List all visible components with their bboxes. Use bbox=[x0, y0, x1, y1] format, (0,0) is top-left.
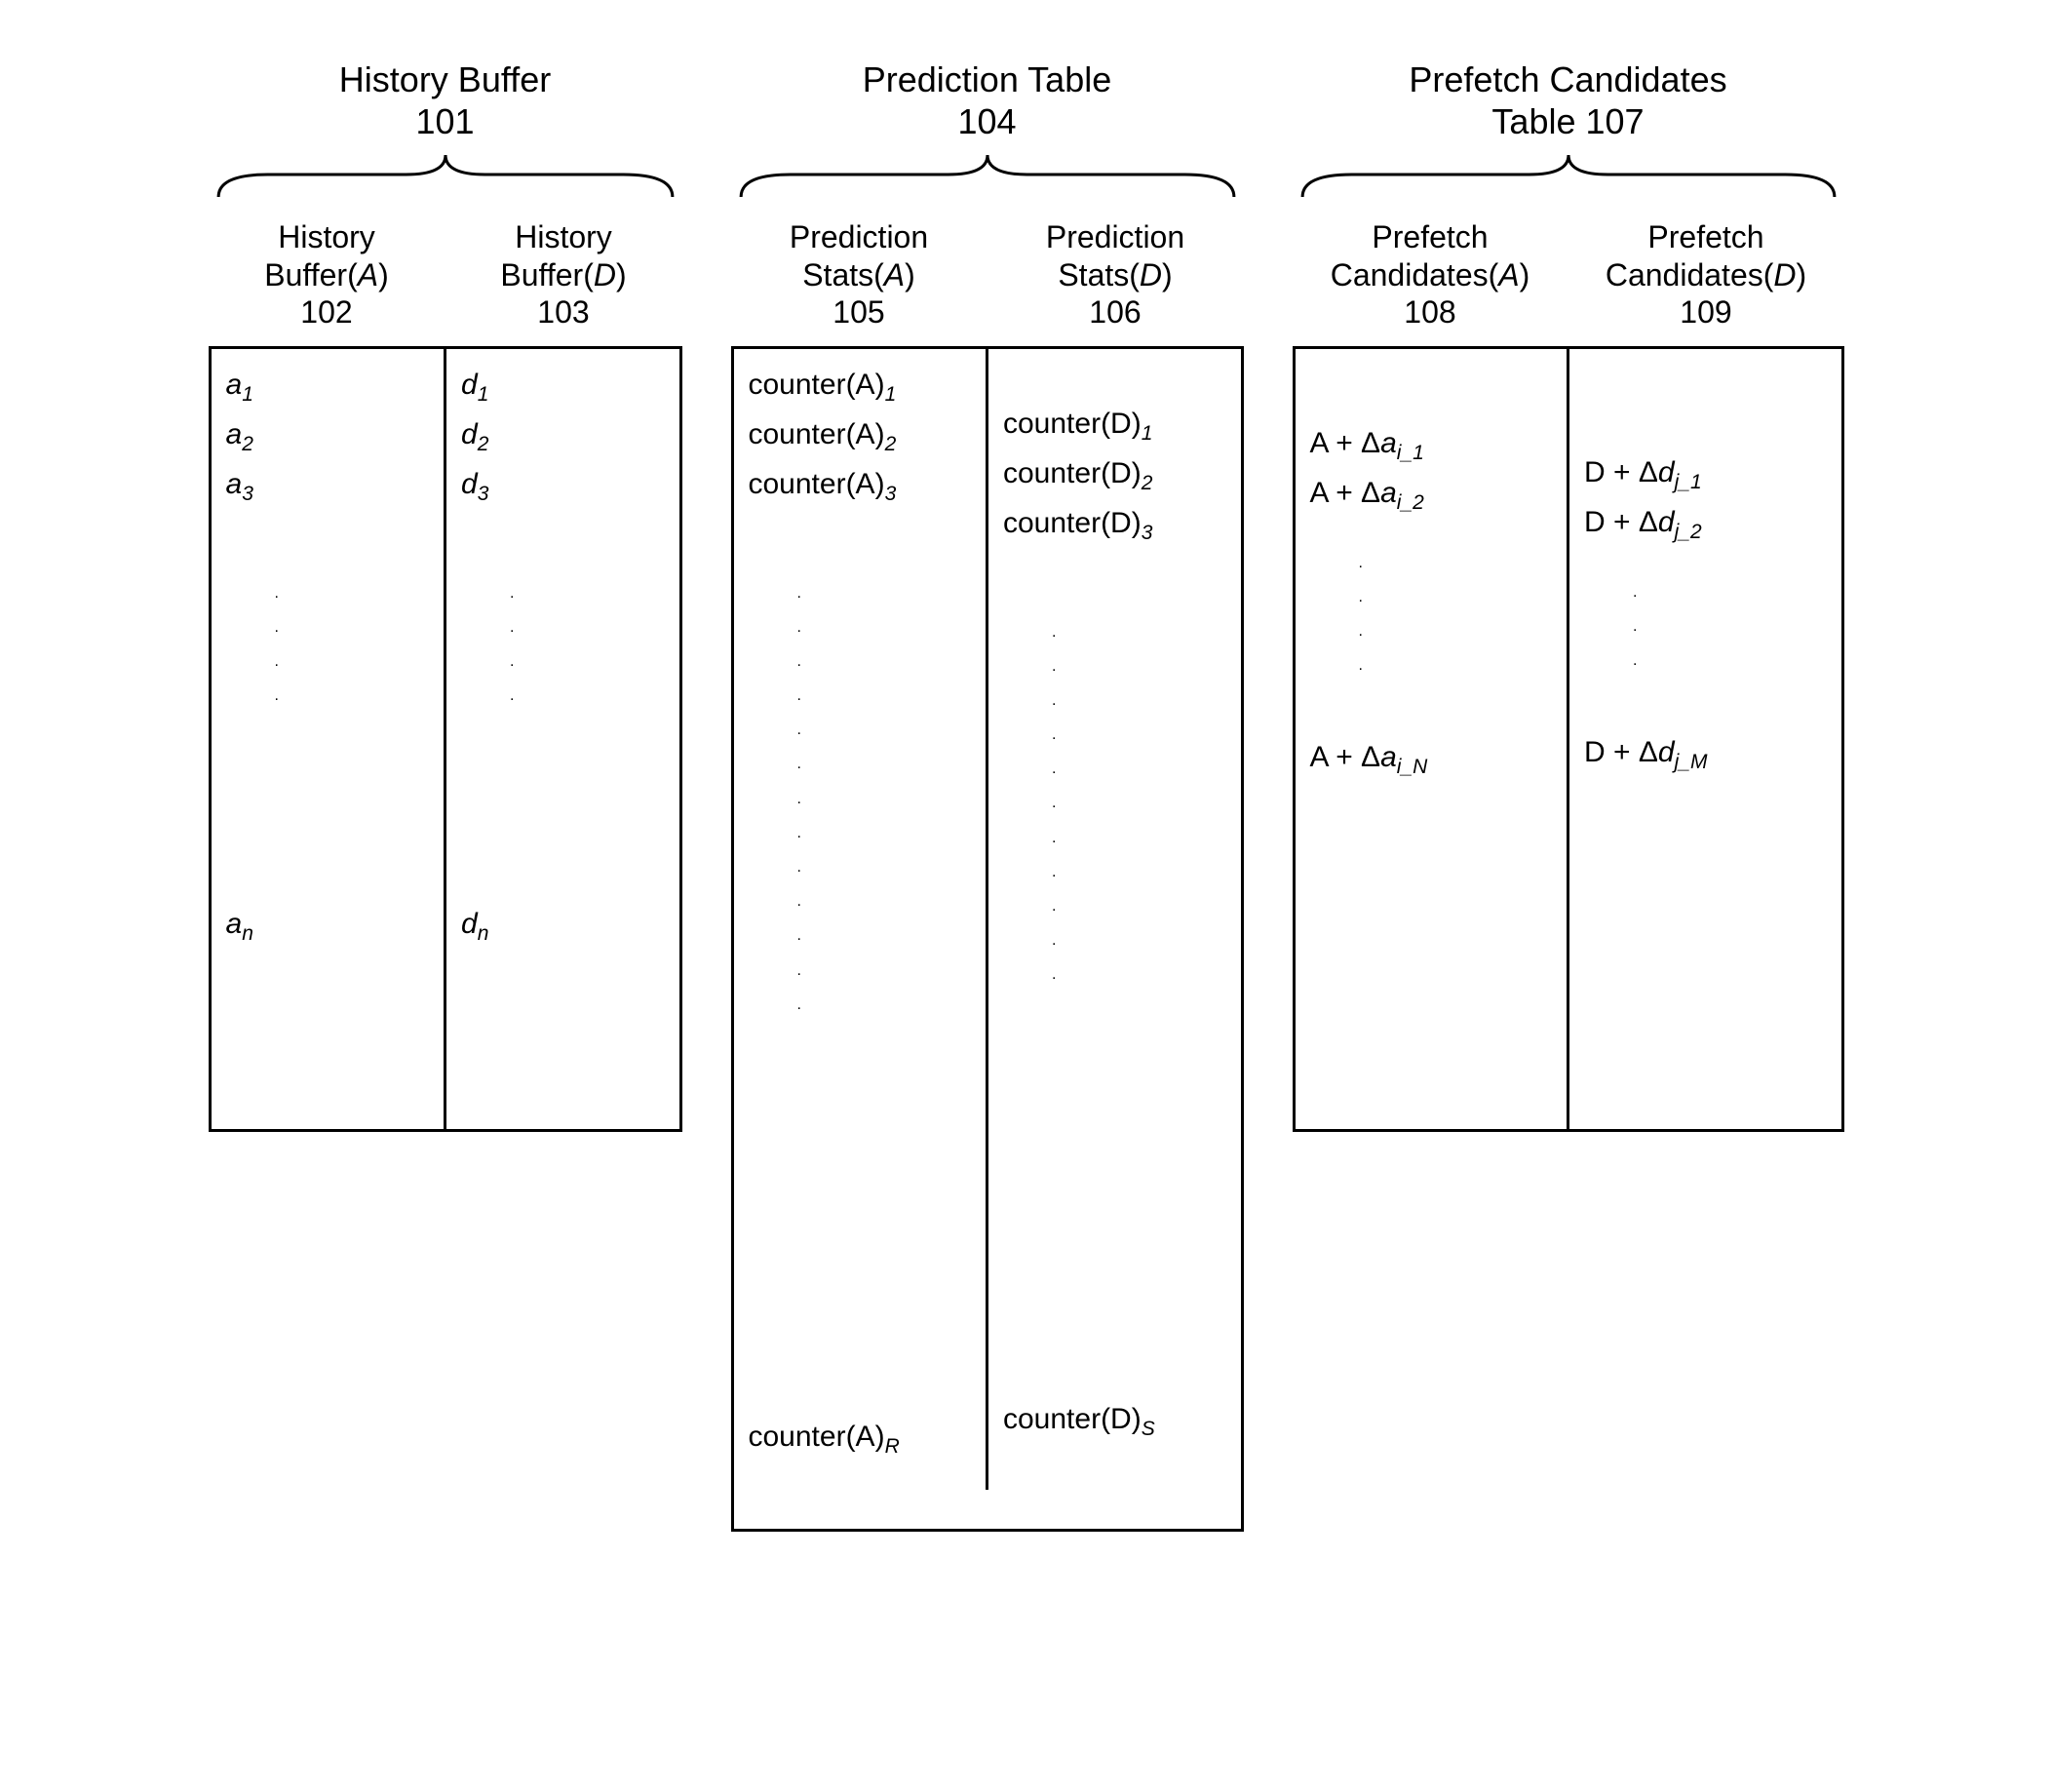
prediction-stats-d-header: Prediction Stats(D) 106 bbox=[987, 218, 1244, 345]
list-item: D + Δdj_M bbox=[1584, 736, 1827, 774]
history-buffer-a-header: History Buffer(A) 102 bbox=[209, 218, 445, 345]
prefetch-candidates-a-column: A + Δai_1 A + Δai_2 .... A + Δai_N bbox=[1296, 349, 1570, 1129]
history-buffer-d-column: d1 d2 d3 .... dn bbox=[446, 349, 679, 1129]
brace-icon bbox=[1293, 150, 1844, 199]
list-item: counter(A)3 bbox=[749, 468, 972, 506]
prefetch-candidates-title: Prefetch Candidates Table 107 bbox=[1409, 58, 1726, 142]
prefetch-candidates-a-header: Prefetch Candidates(A) 108 bbox=[1293, 218, 1568, 345]
column-headers: Prediction Stats(A) 105 Prediction Stats… bbox=[731, 218, 1244, 345]
prefetch-candidates-table: A + Δai_1 A + Δai_2 .... A + Δai_N D + Δ… bbox=[1293, 346, 1844, 1132]
list-item: d2 bbox=[461, 418, 665, 456]
ellipsis-icon: ........... bbox=[1003, 615, 1226, 993]
list-item: d3 bbox=[461, 468, 665, 506]
history-buffer-title: History Buffer 101 bbox=[339, 58, 551, 142]
list-item: D + Δdj_1 bbox=[1584, 456, 1827, 494]
list-item: counter(D)1 bbox=[1003, 408, 1226, 446]
ellipsis-icon: .... bbox=[461, 576, 665, 714]
diagram-container: History Buffer 101 History Buffer(A) 102… bbox=[58, 58, 1994, 1532]
column-headers: History Buffer(A) 102 History Buffer(D) … bbox=[209, 218, 682, 345]
list-item: an bbox=[226, 908, 430, 946]
ellipsis-icon: ... bbox=[1584, 575, 1827, 679]
prediction-stats-d-column: counter(D)1 counter(D)2 counter(D)3 ....… bbox=[988, 349, 1241, 1529]
history-buffer-a-column: a1 a2 a3 .... an bbox=[212, 349, 447, 1129]
list-item: D + Δdj_2 bbox=[1584, 506, 1827, 544]
list-item: A + Δai_1 bbox=[1310, 427, 1553, 465]
history-buffer-group: History Buffer 101 History Buffer(A) 102… bbox=[209, 58, 682, 1132]
list-item: counter(D)S bbox=[1003, 1403, 1226, 1441]
list-item: a3 bbox=[226, 468, 430, 506]
brace-icon bbox=[731, 150, 1244, 199]
prediction-table-group: Prediction Table 104 Prediction Stats(A)… bbox=[731, 58, 1244, 1532]
history-buffer-d-header: History Buffer(D) 103 bbox=[445, 218, 682, 345]
list-item: dn bbox=[461, 908, 665, 946]
list-item: A + Δai_2 bbox=[1310, 477, 1553, 515]
list-item: counter(A)R bbox=[749, 1421, 972, 1459]
prefetch-candidates-group: Prefetch Candidates Table 107 Prefetch C… bbox=[1293, 58, 1844, 1132]
list-item: a1 bbox=[226, 369, 430, 407]
list-item: counter(A)1 bbox=[749, 369, 972, 407]
prediction-stats-a-header: Prediction Stats(A) 105 bbox=[731, 218, 987, 345]
ellipsis-icon: ............. bbox=[749, 576, 972, 1022]
list-item: A + Δai_N bbox=[1310, 741, 1553, 779]
prefetch-candidates-d-column: D + Δdj_1 D + Δdj_2 ... D + Δdj_M bbox=[1569, 349, 1841, 1129]
brace-icon bbox=[209, 150, 682, 199]
list-item: d1 bbox=[461, 369, 665, 407]
list-item: counter(D)3 bbox=[1003, 507, 1226, 545]
prefetch-candidates-d-header: Prefetch Candidates(D) 109 bbox=[1568, 218, 1844, 345]
list-item: counter(A)2 bbox=[749, 418, 972, 456]
prediction-stats-a-column: counter(A)1 counter(A)2 counter(A)3 ....… bbox=[734, 349, 989, 1490]
prediction-table-title: Prediction Table 104 bbox=[863, 58, 1112, 142]
list-item: counter(D)2 bbox=[1003, 457, 1226, 495]
ellipsis-icon: .... bbox=[226, 576, 430, 714]
list-item: a2 bbox=[226, 418, 430, 456]
ellipsis-icon: .... bbox=[1310, 546, 1553, 683]
prediction-table: counter(A)1 counter(A)2 counter(A)3 ....… bbox=[731, 346, 1244, 1532]
history-buffer-table: a1 a2 a3 .... an d1 d2 d3 .... dn bbox=[209, 346, 682, 1132]
column-headers: Prefetch Candidates(A) 108 Prefetch Cand… bbox=[1293, 218, 1844, 345]
